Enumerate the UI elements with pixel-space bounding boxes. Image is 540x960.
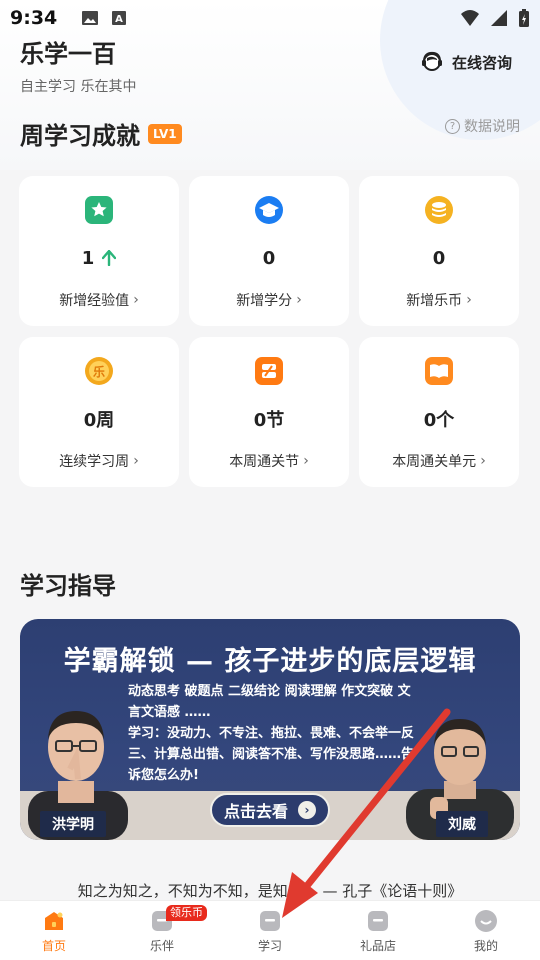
lesson-icon (255, 357, 283, 385)
app-subtitle: 自主学习 乐在其中 (20, 79, 137, 95)
chevron-right-icon: › (298, 801, 316, 819)
achievement-value: 0个 (424, 407, 455, 431)
tab-companion-label: 乐伴 (149, 939, 174, 953)
graduation-cap-icon (255, 196, 283, 224)
tab-profile-label: 我的 (473, 939, 498, 953)
streak-label: 连续学习周 (59, 454, 130, 470)
achievement-label: 连续学习周 › (59, 451, 139, 471)
data-help-link[interactable]: ? 数据说明 (445, 116, 520, 136)
achievement-card-credits[interactable]: 0 新增学分 › (189, 176, 349, 326)
banner-body-text: 动态思考 破题点 二级结论 阅读理解 作文突破 文言文语感 …… 学习：没动力、… (128, 684, 415, 783)
achievement-card-coins[interactable]: 0 新增乐币 › (359, 176, 519, 326)
learning-guide-title: 学习指导 (20, 572, 116, 600)
le-coin-icon: 乐 (85, 357, 113, 385)
tab-study-label: 学习 (257, 939, 282, 953)
credits-label: 新增学分 (236, 293, 293, 309)
experience-label: 新增经验值 (59, 293, 130, 309)
status-indicators (460, 8, 530, 28)
online-consult-label: 在线咨询 (451, 53, 512, 72)
achievement-label: 本周通关节 › (229, 451, 309, 471)
image-notification-icon (82, 11, 99, 25)
tab-gift-shop[interactable]: 礼品店 (324, 901, 432, 960)
achievement-card-experience[interactable]: 1 新增经验值 › (19, 176, 179, 326)
headset-icon (421, 51, 442, 71)
achievement-label: 新增经验值 › (59, 290, 139, 310)
tab-gift-shop-label: 礼品店 (359, 939, 396, 953)
chevron-right-icon: › (466, 292, 472, 308)
battery-icon (519, 9, 529, 27)
achievement-card-units[interactable]: 0个 本周通关单元 › (359, 337, 519, 487)
achievement-grid: 1 新增经验值 › 0 新增学分 › 0 新增乐币 › 乐 0周 连续学习周 › 0节 … (19, 176, 521, 487)
achievement-value: 1 (82, 246, 117, 270)
achievement-card-lessons[interactable]: 0节 本周通关节 › (189, 337, 349, 487)
question-icon: ? (445, 118, 460, 134)
streak-value: 0周 (83, 410, 115, 431)
home-icon (45, 912, 63, 930)
chevron-right-icon: › (133, 453, 139, 469)
online-consult-button[interactable]: 在线咨询 (420, 50, 512, 74)
level-badge: LV1 (148, 123, 182, 144)
coins-value: 0 (432, 247, 446, 269)
data-help-label: 数据说明 (464, 119, 520, 135)
earn-coins-badge: 领乐币 (166, 905, 207, 921)
bottom-tab-bar: 首页 领乐币 乐伴 学习 礼品店 我的 (0, 900, 540, 960)
chevron-right-icon: › (296, 292, 302, 308)
app-title: 乐学一百 (20, 40, 116, 68)
star-icon (85, 196, 113, 224)
achievement-value: 0周 (84, 407, 115, 431)
banner-headline: 学霸解锁 — 孩子进步的底层逻辑 (63, 646, 477, 677)
chevron-right-icon: › (480, 453, 486, 469)
weekly-achievement-title: 周学习成就 LV1 (20, 116, 182, 151)
profile-icon (475, 910, 497, 932)
coin-stack-icon (425, 196, 453, 224)
tab-home[interactable]: 首页 (0, 901, 108, 960)
tab-study[interactable]: 学习 (216, 901, 324, 960)
tab-home-label: 首页 (41, 939, 66, 953)
weekly-achievement-heading: 周学习成就 (20, 122, 140, 150)
achievement-value: 0 (263, 246, 276, 270)
status-time: 9:34 (10, 7, 58, 29)
signal-icon (491, 10, 507, 26)
coins-label: 新增乐币 (406, 293, 463, 309)
quote-text: 知之为知之，不知为不知，是知也。 — 孔子《论语十则》 (77, 882, 463, 900)
tab-companion[interactable]: 领乐币 乐伴 (108, 901, 216, 960)
app-notification-icon: A (112, 11, 127, 25)
achievement-label: 新增乐币 › (406, 290, 472, 310)
gift-shop-icon (368, 911, 388, 931)
svg-text:乐: 乐 (93, 364, 105, 379)
achievement-label: 新增学分 › (236, 290, 302, 310)
units-value: 0个 (423, 410, 455, 431)
achievement-label: 本周通关单元 › (392, 451, 486, 471)
banner-watch-button[interactable]: 点击去看 › (210, 793, 330, 827)
svg-text:A: A (115, 14, 123, 25)
tab-profile[interactable]: 我的 (432, 901, 540, 960)
teacher-right-name: 刘威 (436, 811, 488, 837)
achievement-value: 0节 (254, 407, 285, 431)
achievement-card-streak[interactable]: 乐 0周 连续学习周 › (19, 337, 179, 487)
wifi-icon (461, 10, 479, 26)
units-label: 本周通关单元 (392, 454, 477, 470)
chevron-right-icon: › (133, 292, 139, 308)
up-arrow-icon (102, 250, 117, 266)
lessons-value: 0节 (253, 410, 285, 431)
achievement-value: 0 (433, 246, 446, 270)
lessons-label: 本周通关节 (229, 454, 300, 470)
experience-value: 1 (81, 247, 95, 269)
banner-watch-label: 点击去看 (223, 802, 288, 821)
book-icon (425, 357, 453, 385)
chevron-right-icon: › (303, 453, 309, 469)
status-bar: 9:34 A (0, 0, 540, 36)
learning-guide-banner[interactable]: 学霸解锁 — 孩子进步的底层逻辑 动态思考 破题点 二级结论 阅读理解 作文突破… (20, 619, 520, 840)
study-icon (260, 911, 280, 931)
teacher-left-name: 洪学明 (40, 811, 106, 837)
credits-value: 0 (262, 247, 276, 269)
